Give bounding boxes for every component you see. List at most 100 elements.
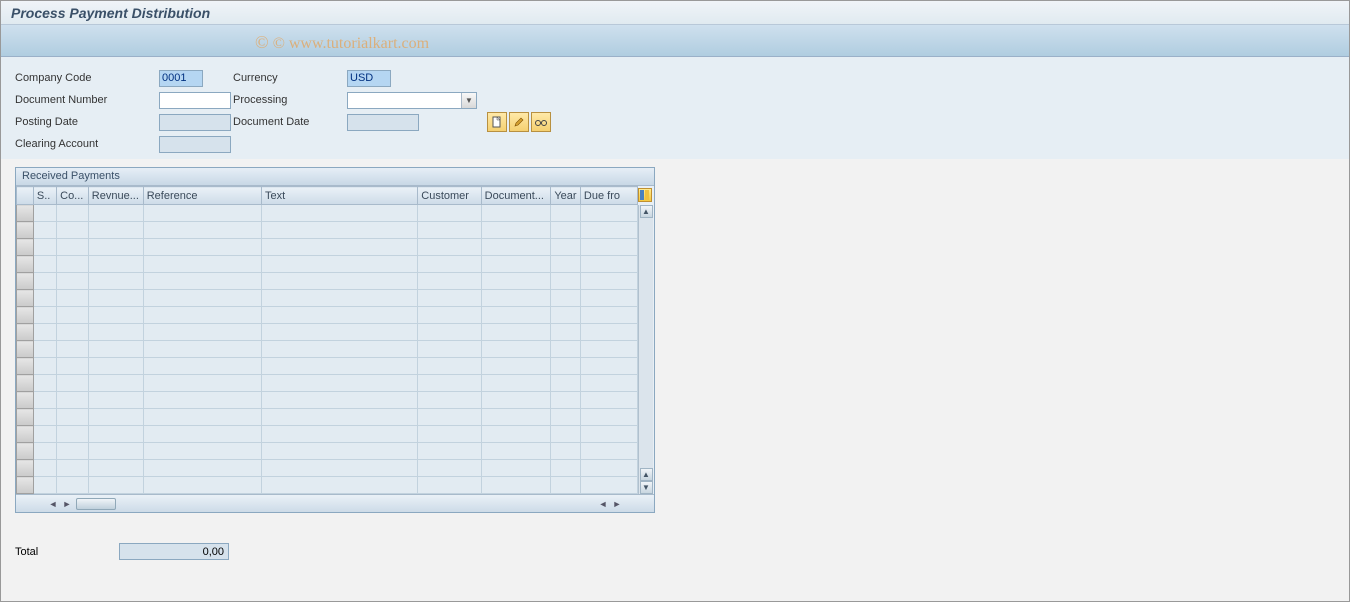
table-row[interactable] [17, 443, 638, 460]
cell[interactable] [88, 375, 143, 392]
row-selector[interactable] [17, 443, 34, 460]
cell[interactable] [580, 324, 637, 341]
cell[interactable] [33, 375, 56, 392]
cell[interactable] [57, 239, 89, 256]
table-settings-button[interactable] [638, 188, 652, 202]
cell[interactable] [481, 443, 551, 460]
cell[interactable] [57, 273, 89, 290]
cell[interactable] [418, 324, 481, 341]
cell[interactable] [551, 426, 581, 443]
cell[interactable] [580, 273, 637, 290]
cell[interactable] [580, 477, 637, 494]
row-selector[interactable] [17, 324, 34, 341]
row-selector[interactable] [17, 222, 34, 239]
cell[interactable] [33, 273, 56, 290]
cell[interactable] [143, 239, 261, 256]
cell[interactable] [418, 392, 481, 409]
cell[interactable] [143, 460, 261, 477]
cell[interactable] [481, 358, 551, 375]
cell[interactable] [143, 443, 261, 460]
cell[interactable] [57, 409, 89, 426]
company-code-input[interactable] [159, 70, 203, 87]
cell[interactable] [551, 375, 581, 392]
cell[interactable] [261, 460, 417, 477]
table-row[interactable] [17, 256, 638, 273]
cell[interactable] [481, 205, 551, 222]
row-selector[interactable] [17, 273, 34, 290]
row-selector[interactable] [17, 290, 34, 307]
cell[interactable] [57, 222, 89, 239]
edit-button[interactable] [509, 112, 529, 132]
cell[interactable] [481, 409, 551, 426]
cell[interactable] [551, 324, 581, 341]
cell[interactable] [580, 392, 637, 409]
cell[interactable] [418, 358, 481, 375]
cell[interactable] [143, 205, 261, 222]
cell[interactable] [143, 426, 261, 443]
cell[interactable] [551, 409, 581, 426]
cell[interactable] [580, 307, 637, 324]
table-row[interactable] [17, 341, 638, 358]
table-row[interactable] [17, 477, 638, 494]
cell[interactable] [88, 290, 143, 307]
cell[interactable] [481, 273, 551, 290]
cell[interactable] [88, 324, 143, 341]
cell[interactable] [580, 205, 637, 222]
cell[interactable] [33, 205, 56, 222]
cell[interactable] [261, 256, 417, 273]
cell[interactable] [88, 477, 143, 494]
table-row[interactable] [17, 409, 638, 426]
cell[interactable] [580, 375, 637, 392]
cell[interactable] [418, 426, 481, 443]
cell[interactable] [418, 443, 481, 460]
cell[interactable] [261, 222, 417, 239]
row-selector[interactable] [17, 375, 34, 392]
cell[interactable] [33, 409, 56, 426]
cell[interactable] [33, 426, 56, 443]
cell[interactable] [481, 307, 551, 324]
clearing-account-input[interactable] [159, 136, 231, 153]
cell[interactable] [57, 307, 89, 324]
cell[interactable] [551, 222, 581, 239]
col-header-8[interactable]: Due fro [580, 187, 637, 205]
cell[interactable] [57, 375, 89, 392]
document-date-input[interactable] [347, 114, 419, 131]
cell[interactable] [261, 375, 417, 392]
table-row[interactable] [17, 273, 638, 290]
cell[interactable] [551, 307, 581, 324]
processing-dropdown[interactable]: ▼ [347, 92, 477, 109]
table-row[interactable] [17, 307, 638, 324]
cell[interactable] [57, 460, 89, 477]
cell[interactable] [33, 460, 56, 477]
col-header-5[interactable]: Customer [418, 187, 481, 205]
cell[interactable] [261, 477, 417, 494]
cell[interactable] [418, 409, 481, 426]
row-selector[interactable] [17, 409, 34, 426]
row-selector[interactable] [17, 205, 34, 222]
cell[interactable] [580, 341, 637, 358]
cell[interactable] [418, 460, 481, 477]
cell[interactable] [481, 239, 551, 256]
cell[interactable] [481, 341, 551, 358]
cell[interactable] [580, 239, 637, 256]
cell[interactable] [33, 256, 56, 273]
scroll-up-button[interactable]: ▲ [640, 205, 653, 218]
cell[interactable] [143, 290, 261, 307]
col-header-4[interactable]: Text [261, 187, 417, 205]
currency-input[interactable] [347, 70, 391, 87]
cell[interactable] [88, 426, 143, 443]
cell[interactable] [551, 358, 581, 375]
col-header-7[interactable]: Year [551, 187, 581, 205]
cell[interactable] [57, 341, 89, 358]
cell[interactable] [33, 443, 56, 460]
cell[interactable] [88, 273, 143, 290]
cell[interactable] [261, 409, 417, 426]
document-number-input[interactable] [159, 92, 231, 109]
cell[interactable] [551, 477, 581, 494]
cell[interactable] [481, 222, 551, 239]
cell[interactable] [481, 256, 551, 273]
table-row[interactable] [17, 239, 638, 256]
cell[interactable] [57, 426, 89, 443]
cell[interactable] [88, 392, 143, 409]
cell[interactable] [481, 460, 551, 477]
